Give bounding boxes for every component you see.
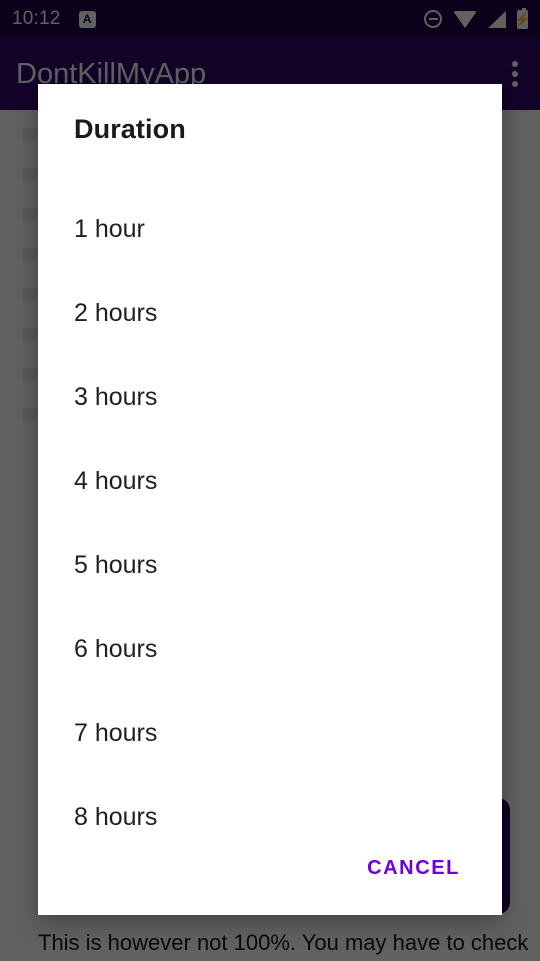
- duration-option-6-hours[interactable]: 6 hours: [38, 607, 502, 691]
- option-label: 4 hours: [74, 466, 158, 495]
- duration-option-4-hours[interactable]: 4 hours: [38, 439, 502, 523]
- dialog-title: Duration: [74, 114, 186, 144]
- option-label: 3 hours: [74, 382, 158, 411]
- dialog-action-bar: CANCEL: [38, 831, 502, 915]
- duration-dialog: Duration 1 hour 2 hours 3 hours 4 hours …: [38, 84, 502, 915]
- option-label: 2 hours: [74, 298, 158, 327]
- option-label: 8 hours: [74, 802, 158, 831]
- cancel-button[interactable]: CANCEL: [355, 847, 472, 890]
- duration-option-list: 1 hour 2 hours 3 hours 4 hours 5 hours 6…: [38, 145, 502, 831]
- duration-option-1-hour[interactable]: 1 hour: [38, 187, 502, 271]
- duration-option-2-hours[interactable]: 2 hours: [38, 271, 502, 355]
- option-label: 7 hours: [74, 718, 158, 747]
- duration-option-3-hours[interactable]: 3 hours: [38, 355, 502, 439]
- option-label: 5 hours: [74, 550, 158, 579]
- duration-option-7-hours[interactable]: 7 hours: [38, 691, 502, 775]
- option-label: 6 hours: [74, 634, 158, 663]
- duration-option-8-hours[interactable]: 8 hours: [38, 775, 502, 831]
- duration-option-5-hours[interactable]: 5 hours: [38, 523, 502, 607]
- option-label: 1 hour: [74, 214, 145, 243]
